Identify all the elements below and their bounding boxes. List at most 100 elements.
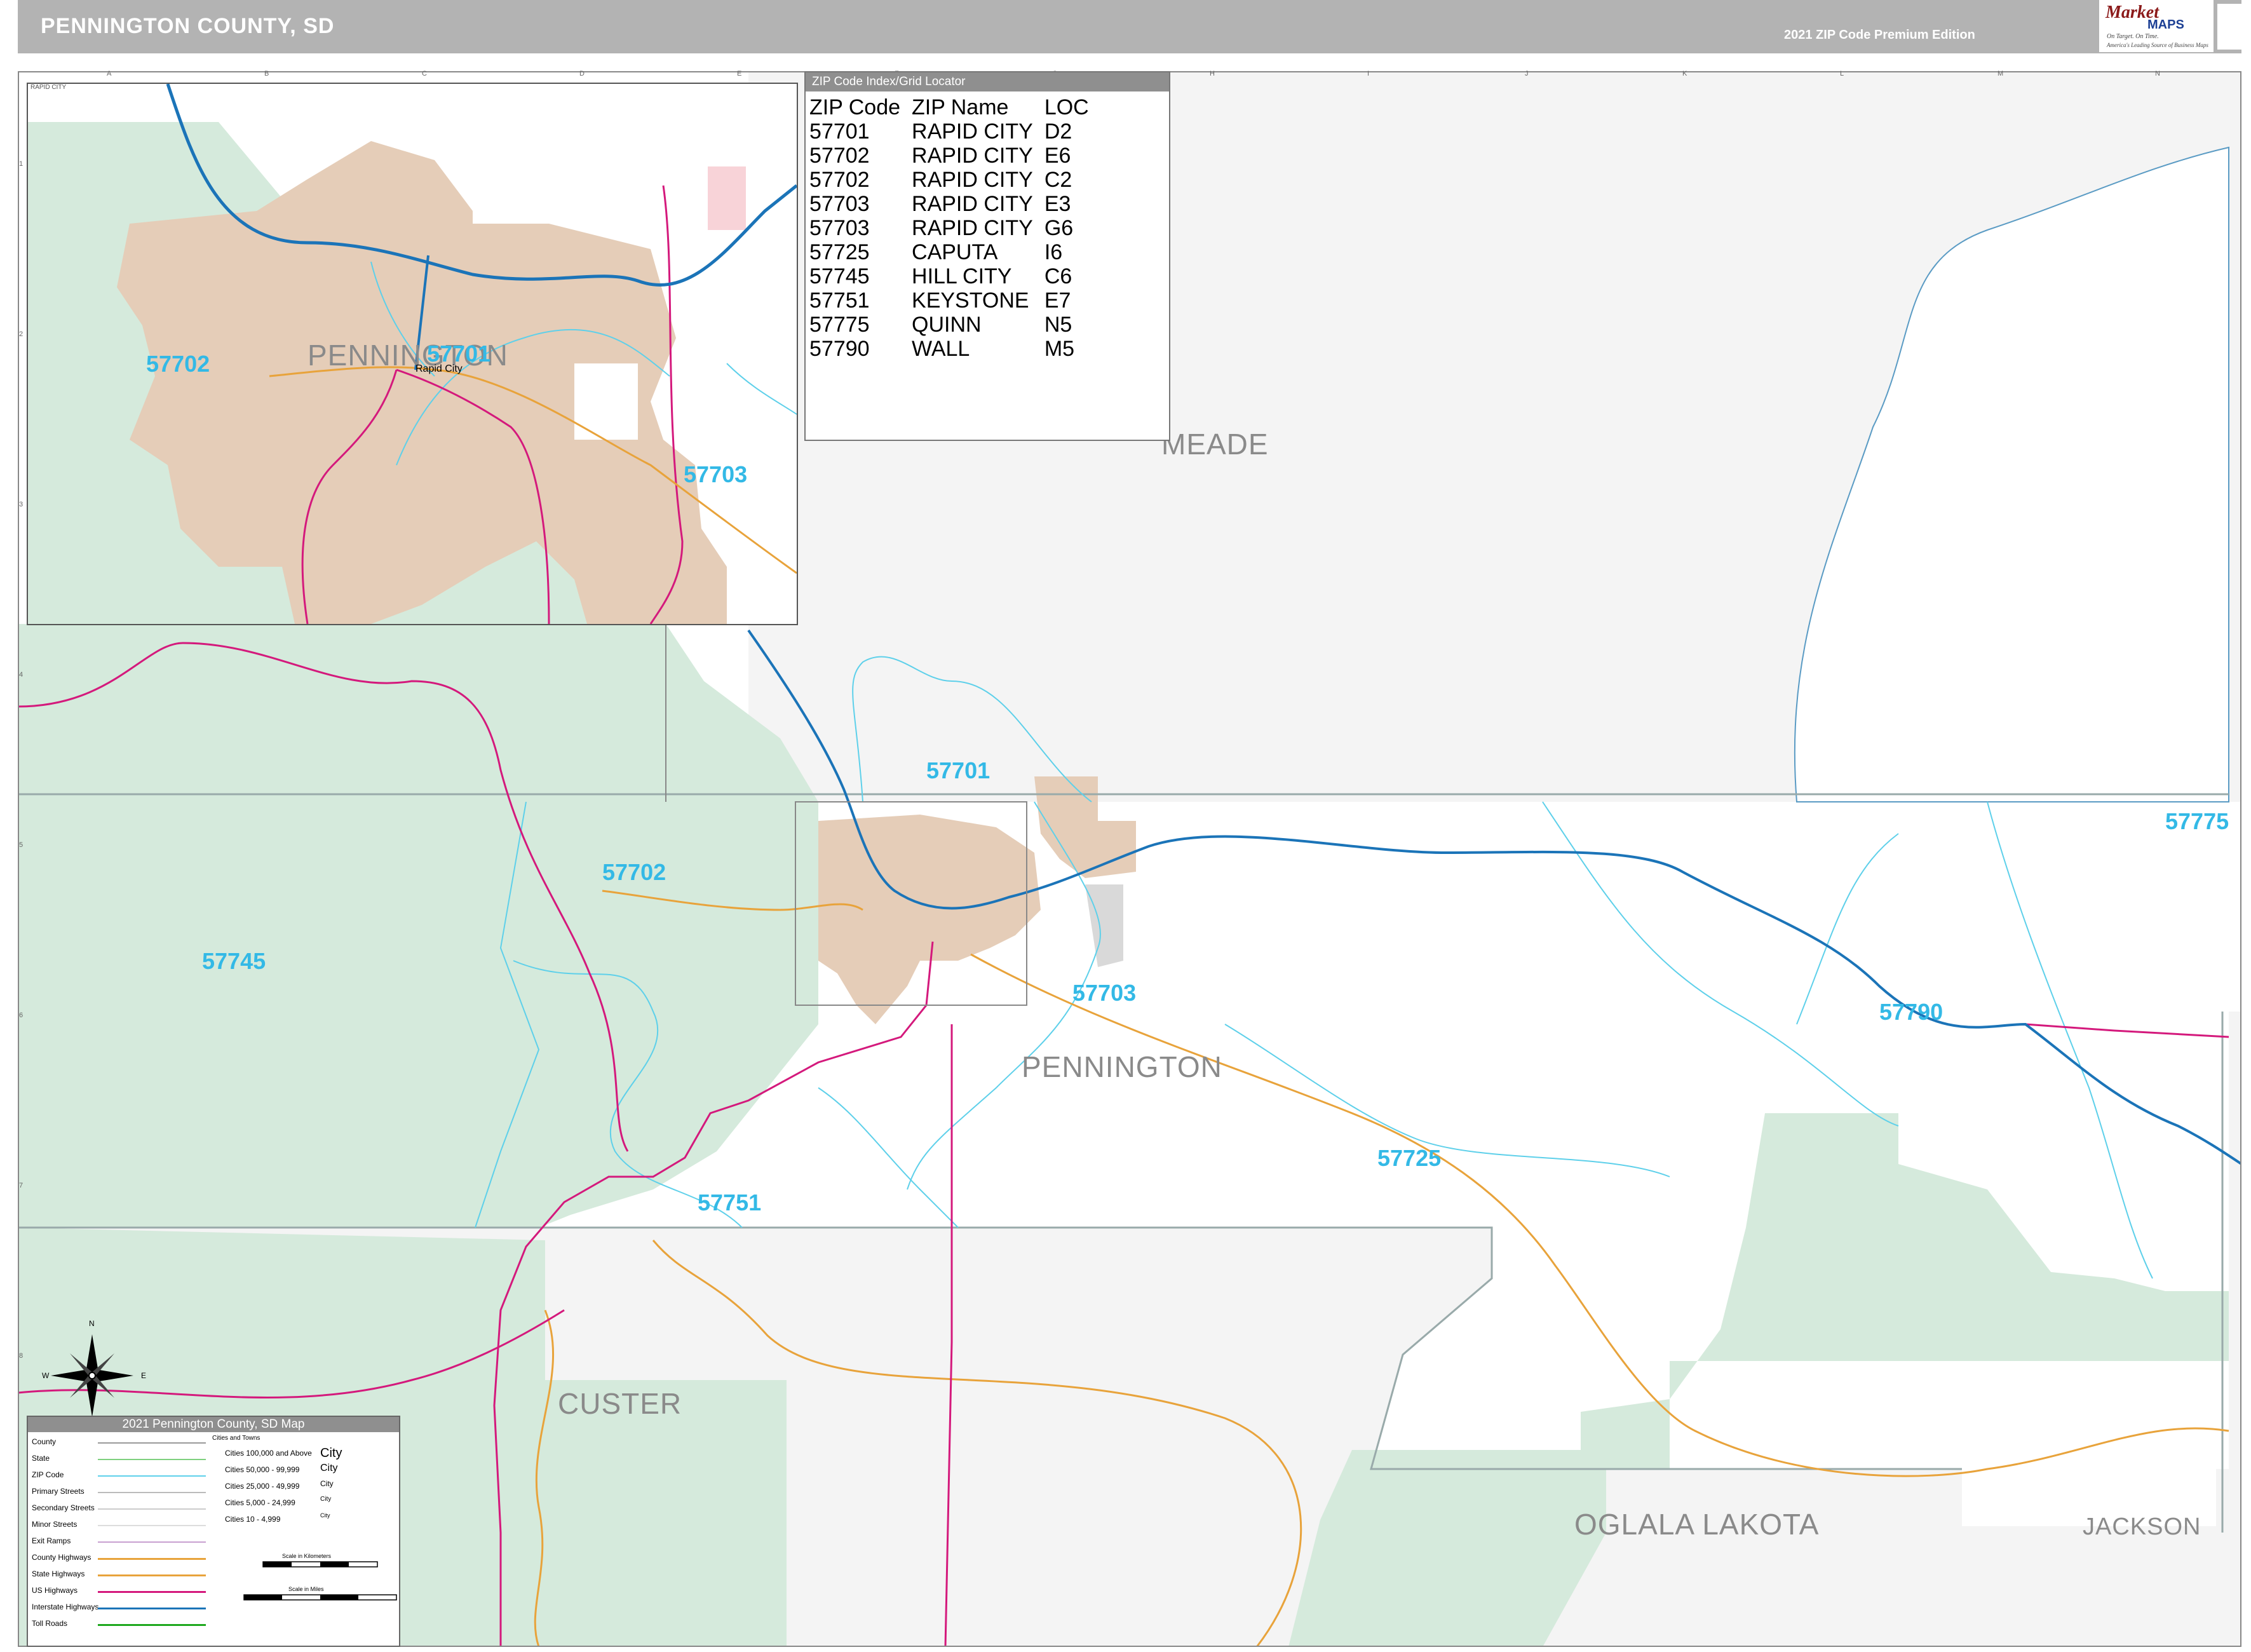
- compass-e: E: [141, 1371, 147, 1380]
- inset-city-label-rapid-city: Rapid City: [416, 363, 463, 374]
- county-label-jackson: JACKSON: [2083, 1513, 2201, 1540]
- rapid-city-inset: RAPID CITY PENNINGTON 57702 57701 57703 …: [27, 83, 798, 625]
- zip-index-table: ZIP Code ZIP Name LOC 57701 RAPID CITY D2 5…: [809, 95, 1100, 361]
- compass-rose: N S E W: [38, 1319, 147, 1426]
- zip-index-header-loc: LOC: [1044, 95, 1089, 119]
- zip-index-loc: I6: [1044, 240, 1063, 264]
- zip-index-row: 57790 WALL M5: [809, 337, 1100, 361]
- county-label-oglala-lakota: OGLALA LAKOTA: [1574, 1508, 1820, 1541]
- grid-column-label: M: [1998, 70, 2004, 78]
- zip-index-header-zip: ZIP Code: [809, 95, 901, 119]
- grid-column-label: L: [1840, 70, 1844, 78]
- logo-tagline: On Target. On Time.: [2107, 33, 2159, 40]
- grid-row-label: 2: [19, 330, 24, 338]
- grid-column-label: H: [1210, 70, 1215, 78]
- zip-index-name: KEYSTONE: [912, 288, 1029, 313]
- zip-index-name: WALL: [912, 337, 970, 361]
- zip-index-loc: C2: [1044, 168, 1072, 192]
- map-legend: 2021 Pennington County, SD Map County Sta…: [27, 1416, 400, 1647]
- zip-index-name: RAPID CITY: [912, 119, 1033, 144]
- inset-zip-57703: 57703: [684, 461, 748, 487]
- grid-row-label: 7: [19, 1182, 24, 1189]
- zip-code-index: ZIP Code Index/Grid Locator ZIP Code ZIP…: [804, 71, 1170, 441]
- grid-column-label: B: [264, 70, 269, 78]
- grid-column-label: K: [1682, 70, 1687, 78]
- zip-index-loc: E3: [1044, 192, 1071, 216]
- zip-index-loc: D2: [1044, 119, 1072, 144]
- zip-index-zip: 57702: [809, 144, 870, 168]
- black-hills-forest: [18, 624, 818, 1228]
- grid-column-label: D: [579, 70, 585, 78]
- zip-index-zip: 57790: [809, 337, 870, 361]
- zip-index-loc: N5: [1044, 313, 1072, 337]
- zip-label-57745: 57745: [202, 948, 266, 974]
- zip-index-row: 57725 CAPUTA I6: [809, 240, 1100, 264]
- zip-index-row: 57701 RAPID CITY D2: [809, 119, 1100, 144]
- zip-index-title: ZIP Code Index/Grid Locator: [806, 72, 1169, 91]
- inset-white-block-1: [473, 160, 600, 224]
- grid-column-label: J: [1525, 70, 1529, 78]
- compass-n: N: [89, 1319, 95, 1328]
- zip-index-loc: E7: [1044, 288, 1071, 313]
- zip-index-header-name: ZIP Name: [912, 95, 1009, 119]
- zip-label-57790: 57790: [1879, 999, 1943, 1025]
- map-title: PENNINGTON COUNTY, SD: [41, 14, 335, 38]
- county-label-meade: MEADE: [1161, 428, 1269, 461]
- zip-index-name: RAPID CITY: [912, 144, 1033, 168]
- grid-row-label: 8: [19, 1352, 24, 1360]
- zip-index-name: QUINN: [912, 313, 982, 337]
- map-header: PENNINGTON COUNTY, SD 2021 ZIP Code Prem…: [18, 0, 2251, 53]
- zip-index-loc: M5: [1044, 337, 1075, 361]
- zip-index-loc: C6: [1044, 264, 1072, 288]
- grid-row-label: 5: [19, 841, 24, 849]
- zip-index-row: 57745 HILL CITY C6: [809, 264, 1100, 288]
- zip-index-zip: 57745: [809, 264, 870, 288]
- zip-label-57775: 57775: [2165, 808, 2229, 834]
- legend-scale-bars: [243, 1561, 397, 1601]
- compass-w: W: [42, 1371, 50, 1380]
- contact-box: [2217, 4, 2251, 50]
- grid-column-label: N: [2155, 70, 2160, 78]
- inset-title: RAPID CITY: [30, 84, 67, 91]
- zip-label-57702: 57702: [602, 859, 666, 885]
- inset-pink-area: [708, 166, 746, 230]
- zip-index-zip: 57725: [809, 240, 870, 264]
- grid-row-label: 6: [19, 1012, 24, 1019]
- zip-index-row: 57703 RAPID CITY G6: [809, 216, 1100, 240]
- inset-white-block-3: [714, 351, 797, 465]
- grid-column-label: E: [737, 70, 742, 78]
- zip-index-zip: 57751: [809, 288, 870, 313]
- zip-index-zip: 57703: [809, 216, 870, 240]
- zip-index-zip: 57701: [809, 119, 870, 144]
- county-label-pennington: PENNINGTON: [1022, 1050, 1222, 1083]
- zip-index-zip: 57703: [809, 192, 870, 216]
- grid-column-label: I: [1367, 70, 1370, 78]
- zip-index-row: 57702 RAPID CITY E6: [809, 144, 1100, 168]
- zip-index-row: 57775 QUINN N5: [809, 313, 1100, 337]
- zip-label-57703: 57703: [1072, 980, 1137, 1006]
- county-label-custer: CUSTER: [558, 1387, 682, 1420]
- grid-row-label: 4: [19, 671, 24, 679]
- zip-index-zip: 57775: [809, 313, 870, 337]
- grid-column-label: C: [422, 70, 427, 78]
- zip-index-name: CAPUTA: [912, 240, 998, 264]
- zip-index-name: HILL CITY: [912, 264, 1012, 288]
- grid-row-label: 3: [19, 501, 24, 508]
- zip-index-name: RAPID CITY: [912, 168, 1033, 192]
- compass-icon: [51, 1334, 133, 1417]
- zip-label-57701: 57701: [926, 757, 990, 783]
- logo-tagline-2: America's Leading Source of Business Map…: [2107, 42, 2208, 48]
- zip-index-loc: G6: [1044, 216, 1074, 240]
- zip-index-loc: E6: [1044, 144, 1071, 168]
- market-maps-logo: Market MAPS On Target. On Time. America'…: [2099, 0, 2214, 52]
- zip-label-57751: 57751: [698, 1189, 762, 1215]
- edition-label: 2021 ZIP Code Premium Edition: [1784, 28, 1975, 42]
- zip-index-name: RAPID CITY: [912, 216, 1033, 240]
- zip-index-zip: 57702: [809, 168, 870, 192]
- zip-index-header-row: ZIP Code ZIP Name LOC: [809, 95, 1100, 119]
- zip-index-name: RAPID CITY: [912, 192, 1033, 216]
- logo-maps-text: MAPS: [2147, 18, 2184, 32]
- grid-row-label: 1: [19, 160, 24, 168]
- zip-index-row: 57702 RAPID CITY C2: [809, 168, 1100, 192]
- zip-label-57725: 57725: [1377, 1145, 1442, 1171]
